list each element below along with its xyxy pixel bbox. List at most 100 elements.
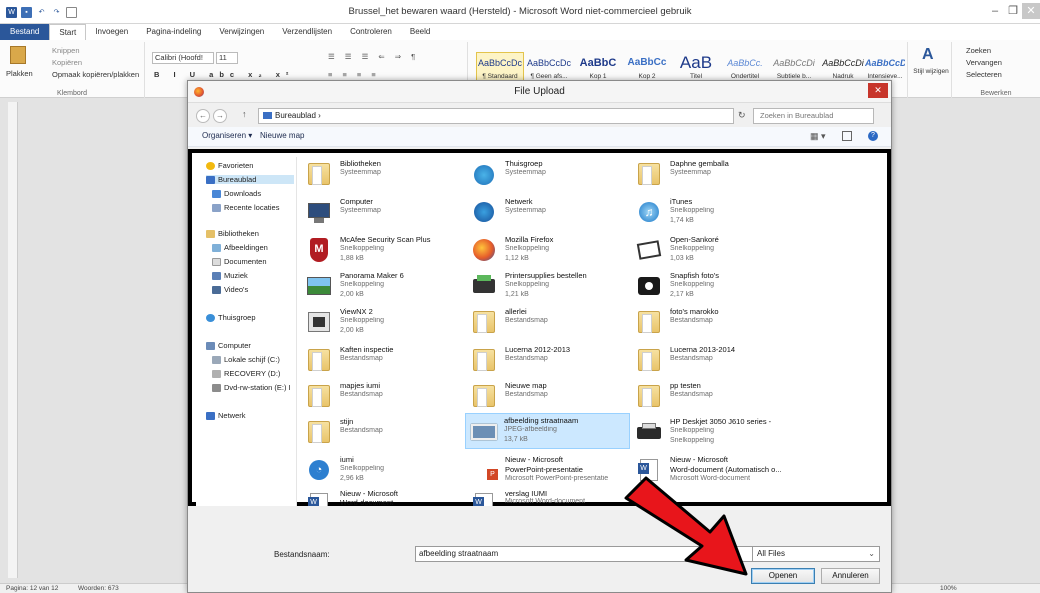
back-button[interactable]: ← bbox=[196, 109, 210, 123]
up-arrow-icon[interactable]: ↑ bbox=[242, 109, 247, 119]
file-item[interactable]: HP Deskjet 3050 J610 series - Snelkoppeli… bbox=[632, 415, 797, 451]
close-window-button[interactable]: ✕ bbox=[1022, 3, 1040, 19]
file-item[interactable]: Printersupplies bestellen Snelkoppeling 1,… bbox=[467, 269, 632, 305]
close-dialog-button[interactable]: ✕ bbox=[868, 83, 888, 98]
address-bar[interactable]: Bureaublad › bbox=[258, 108, 734, 124]
cancel-button[interactable]: Annuleren bbox=[821, 568, 880, 584]
file-item[interactable]: Snapfish foto's Snelkoppeling 2,17 kB bbox=[632, 269, 797, 305]
save-icon[interactable]: ▪ bbox=[21, 6, 32, 18]
file-name: iumi bbox=[340, 455, 354, 464]
paste-icon[interactable] bbox=[10, 46, 26, 64]
file-item[interactable]: Kaften inspectie Bestandsmap bbox=[302, 343, 467, 379]
paste-button[interactable]: Plakken bbox=[6, 69, 33, 78]
refresh-icon[interactable]: ↻ bbox=[738, 110, 746, 121]
file-name: verslag IUMI bbox=[505, 489, 548, 498]
change-styles-icon[interactable]: A bbox=[922, 46, 934, 64]
tab-invoegen[interactable]: Invoegen bbox=[86, 24, 137, 40]
nav-local-disk[interactable]: Lokale schijf (C:) bbox=[212, 355, 280, 364]
file-item[interactable]: Thuisgroep Systeemmap bbox=[467, 157, 632, 193]
redo-icon[interactable]: ↷ bbox=[51, 7, 62, 18]
font-name-select[interactable]: Calibri (Hoofd! bbox=[152, 52, 214, 64]
tab-verzendlijsten[interactable]: Verzendlijsten bbox=[273, 24, 341, 40]
filetype-select[interactable]: All Files ⌄ bbox=[752, 546, 880, 562]
select-button[interactable]: Selecteren bbox=[966, 70, 1002, 79]
preview-pane-icon[interactable] bbox=[842, 131, 852, 141]
file-item[interactable]: Computer Systeemmap bbox=[302, 195, 467, 231]
file-item-selected[interactable]: afbeelding straatnaam JPEG-afbeelding 13,7… bbox=[465, 413, 630, 449]
folder-icon bbox=[473, 349, 495, 371]
undo-icon[interactable]: ↶ bbox=[36, 7, 47, 18]
file-type: Snelkoppeling bbox=[670, 427, 714, 434]
font-size-select[interactable]: 11 bbox=[216, 52, 238, 64]
file-item[interactable]: mapjes iumi Bestandsmap bbox=[302, 379, 467, 415]
forward-button[interactable]: → bbox=[213, 109, 227, 123]
nav-network[interactable]: Netwerk bbox=[206, 411, 246, 420]
file-item[interactable]: Open-Sankoré Snelkoppeling 1,03 kB bbox=[632, 233, 797, 269]
file-name: mapjes iumi bbox=[340, 381, 381, 390]
nav-dvd[interactable]: Dvd-rw-station (E:) I bbox=[212, 383, 291, 392]
file-item[interactable]: Lucerna 2013-2014 Bestandsmap bbox=[632, 343, 797, 379]
tab-start[interactable]: Start bbox=[49, 24, 87, 40]
copy-button[interactable]: Kopiëren bbox=[52, 58, 82, 67]
nav-downloads[interactable]: Downloads bbox=[212, 189, 261, 198]
file-item[interactable]: ♫ iTunes Snelkoppeling 1,74 kB bbox=[632, 195, 797, 231]
new-document-icon[interactable] bbox=[66, 6, 77, 18]
tab-pagina-indeling[interactable]: Pagina-indeling bbox=[137, 24, 210, 40]
file-item[interactable]: P Nieuw - Microsoft PowerPoint-presentatie… bbox=[467, 453, 632, 489]
drive-icon bbox=[212, 355, 221, 364]
file-item[interactable]: foto's marokko Bestandsmap bbox=[632, 305, 797, 341]
file-item[interactable]: W Nieuw - Microsoft Word-document bbox=[302, 487, 467, 506]
nav-recent[interactable]: Recente locaties bbox=[212, 203, 279, 212]
nav-libraries[interactable]: Bibliotheken bbox=[206, 229, 259, 238]
change-styles-button[interactable]: Stijl wijzigen bbox=[912, 68, 950, 75]
find-button[interactable]: Zoeken bbox=[966, 46, 991, 55]
nav-desktop[interactable]: Bureaublad bbox=[206, 175, 294, 184]
file-item[interactable]: pp testen Bestandsmap bbox=[632, 379, 797, 415]
file-item[interactable]: ◔ iumi Snelkoppeling 2,96 kB bbox=[302, 453, 467, 489]
page-count[interactable]: Pagina: 12 van 12 bbox=[6, 585, 58, 592]
file-item[interactable]: Daphne gemballa Systeemmap bbox=[632, 157, 797, 193]
tab-controleren[interactable]: Controleren bbox=[341, 24, 401, 40]
maximize-button[interactable]: ❐ bbox=[1004, 3, 1022, 19]
nav-documents[interactable]: Documenten bbox=[212, 257, 267, 266]
alignment-icons[interactable]: ≡ ≡ ≡ ≡ bbox=[328, 70, 380, 79]
nav-recovery[interactable]: RECOVERY (D:) bbox=[212, 369, 280, 378]
organize-menu[interactable]: Organiseren ▾ bbox=[202, 131, 252, 140]
nav-computer[interactable]: Computer bbox=[206, 341, 251, 350]
file-item[interactable]: allerlei Bestandsmap bbox=[467, 305, 632, 341]
tab-bestand[interactable]: Bestand bbox=[0, 24, 50, 40]
file-item[interactable]: ViewNX 2 Snelkoppeling 2,00 kB bbox=[302, 305, 467, 341]
file-item[interactable]: M McAfee Security Scan Plus Snelkoppeling 1… bbox=[302, 233, 467, 269]
tab-beeld[interactable]: Beeld bbox=[401, 24, 439, 40]
tab-verwijzingen[interactable]: Verwijzingen bbox=[210, 24, 273, 40]
help-icon[interactable]: ? bbox=[868, 131, 878, 141]
nav-music[interactable]: Muziek bbox=[212, 271, 248, 280]
nav-favorites[interactable]: Favorieten bbox=[206, 161, 253, 170]
open-button[interactable]: Openen bbox=[751, 568, 815, 584]
view-options-icon[interactable]: ▦ ▾ bbox=[810, 131, 826, 142]
file-item[interactable]: Bibliotheken Systeemmap bbox=[302, 157, 467, 193]
font-format-icons[interactable]: B I U abc x₂ x² bbox=[154, 70, 294, 79]
file-item[interactable]: Nieuwe map Bestandsmap bbox=[467, 379, 632, 415]
pane-splitter[interactable] bbox=[296, 157, 297, 506]
new-folder-button[interactable]: Nieuwe map bbox=[260, 131, 304, 140]
file-item[interactable]: Lucerna 2012-2013 Bestandsmap bbox=[467, 343, 632, 379]
nav-pictures[interactable]: Afbeeldingen bbox=[212, 243, 268, 252]
file-item[interactable]: Mozilla Firefox Snelkoppeling 1,12 kB bbox=[467, 233, 632, 269]
file-item[interactable]: Netwerk Systeemmap bbox=[467, 195, 632, 231]
file-item[interactable]: Wverslag IUMI Microsoft Word-document bbox=[467, 487, 632, 506]
file-size: Microsoft PowerPoint-presentatie bbox=[505, 475, 609, 482]
file-item[interactable]: Panorama Maker 6 Snelkoppeling 2,00 kB bbox=[302, 269, 467, 305]
cut-button[interactable]: Knippen bbox=[52, 46, 80, 55]
word-document-icon: W bbox=[304, 489, 334, 506]
nav-homegroup[interactable]: Thuisgroep bbox=[206, 313, 256, 322]
replace-button[interactable]: Vervangen bbox=[966, 58, 1002, 67]
zoom-level[interactable]: 100% bbox=[940, 585, 957, 592]
word-count[interactable]: Woorden: 673 bbox=[78, 585, 119, 592]
minimize-button[interactable]: – bbox=[986, 3, 1004, 19]
nav-videos[interactable]: Video's bbox=[212, 285, 248, 294]
paragraph-icons[interactable]: ☰ ☰ ☰ ⇐ ⇒ ¶ bbox=[328, 52, 419, 61]
file-item[interactable]: stijn Bestandsmap bbox=[302, 415, 467, 451]
format-painter-button[interactable]: Opmaak kopiëren/plakken bbox=[52, 70, 139, 79]
search-input[interactable]: Zoeken in Bureaublad bbox=[753, 108, 874, 124]
